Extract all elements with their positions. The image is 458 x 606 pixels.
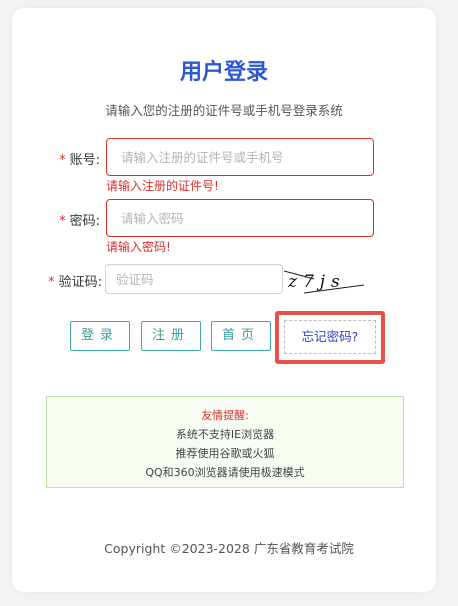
home-button[interactable]: 首页 <box>211 321 271 351</box>
page-title: 用户登录 <box>179 60 268 85</box>
account-label: * 账号: <box>50 149 100 168</box>
captcha-label: * 验证码: <box>38 271 102 290</box>
required-mark: * <box>59 153 66 168</box>
account-input[interactable] <box>106 138 374 176</box>
tips-title: 友情提醒: <box>201 409 249 422</box>
copyright-footer: Copyright ©2023-2028 广东省教育考试院 <box>104 541 354 556</box>
tips-line: QQ和360浏览器请使用极速模式 <box>145 466 305 479</box>
page-subtitle: 请输入您的注册的证件号或手机号登录系统 <box>105 103 343 118</box>
login-card: 用户登录 请输入您的注册的证件号或手机号登录系统 <box>12 8 436 592</box>
required-mark: * <box>48 275 55 290</box>
login-button[interactable]: 登录 <box>70 321 130 351</box>
captcha-text: z7js <box>287 272 346 292</box>
captcha-image[interactable]: z7js <box>284 265 364 295</box>
password-label: * 密码: <box>50 210 100 229</box>
account-error: 请输入注册的证件号! <box>106 179 219 193</box>
tips-line: 系统不支持IE浏览器 <box>175 428 275 441</box>
password-input[interactable] <box>106 199 374 237</box>
register-button[interactable]: 注册 <box>141 321 201 351</box>
captcha-label-text: 验证码: <box>58 275 102 290</box>
password-error: 请输入密码! <box>106 240 171 254</box>
account-label-text: 账号: <box>69 153 100 168</box>
password-label-text: 密码: <box>69 214 100 229</box>
tips-box: 友情提醒: 系统不支持IE浏览器 推荐使用谷歌或火狐 QQ和360浏览器请使用极… <box>46 396 404 488</box>
forgot-password-link[interactable]: 忘记密码? <box>284 320 376 354</box>
tips-line: 推荐使用谷歌或火狐 <box>175 447 275 460</box>
captcha-input[interactable] <box>105 264 283 294</box>
required-mark: * <box>59 214 66 229</box>
